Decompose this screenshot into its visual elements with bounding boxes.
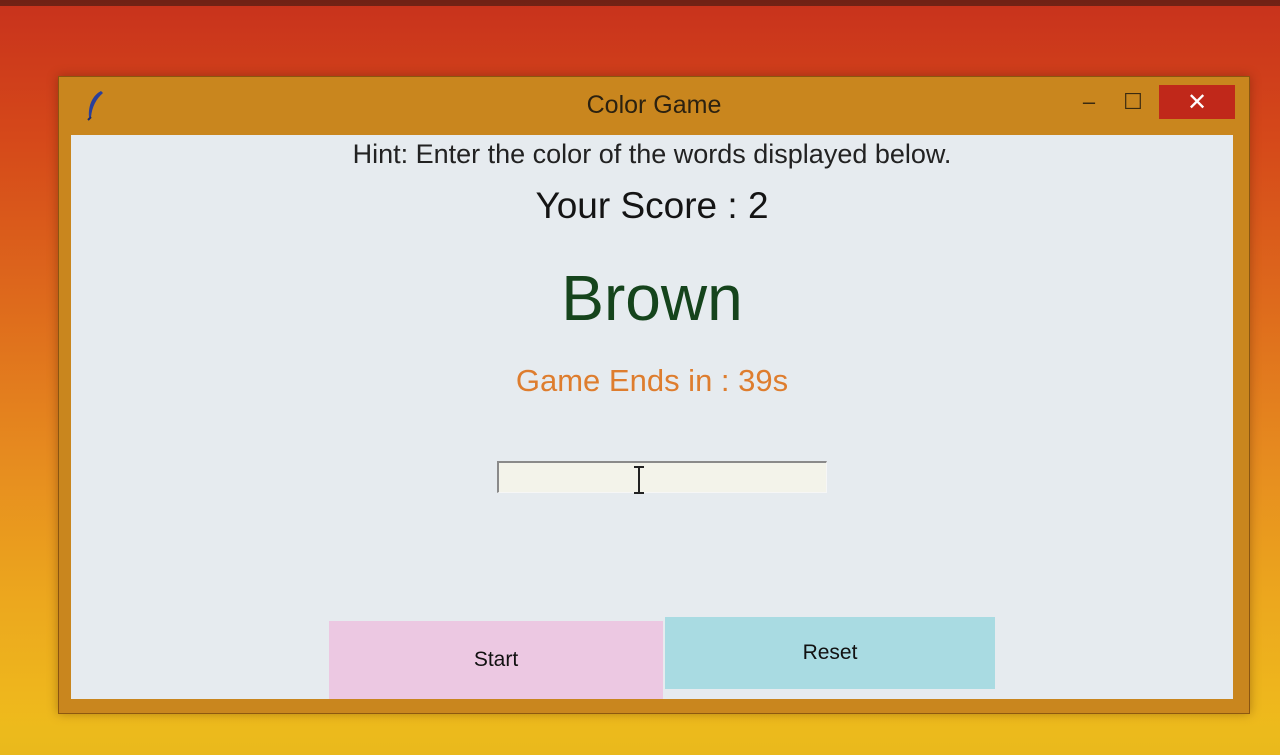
desktop-bottom-edge xyxy=(0,712,1280,755)
desktop-top-edge xyxy=(0,0,1280,6)
maximize-button[interactable]: ☐ xyxy=(1113,85,1153,119)
color-word-label: Brown xyxy=(561,262,743,334)
reset-button[interactable]: Reset xyxy=(665,617,995,689)
color-entry-field[interactable] xyxy=(497,461,827,493)
start-button[interactable]: Start xyxy=(329,621,663,699)
title-bar[interactable]: Color Game – ☐ ✕ xyxy=(59,77,1249,133)
close-icon: ✕ xyxy=(1186,88,1208,116)
game-panel: Hint: Enter the color of the words displ… xyxy=(71,135,1233,699)
maximize-icon: ☐ xyxy=(1123,89,1143,114)
score-label: Your Score : 2 xyxy=(535,185,769,226)
minimize-icon: – xyxy=(1082,89,1096,114)
close-button[interactable]: ✕ xyxy=(1159,85,1235,119)
minimize-button[interactable]: – xyxy=(1069,85,1109,119)
hint-label: Hint: Enter the color of the words displ… xyxy=(352,139,952,169)
timer-label: Game Ends in : 39s xyxy=(515,363,789,398)
color-game-window: Color Game – ☐ ✕ Hint: Enter the color o… xyxy=(58,76,1250,714)
